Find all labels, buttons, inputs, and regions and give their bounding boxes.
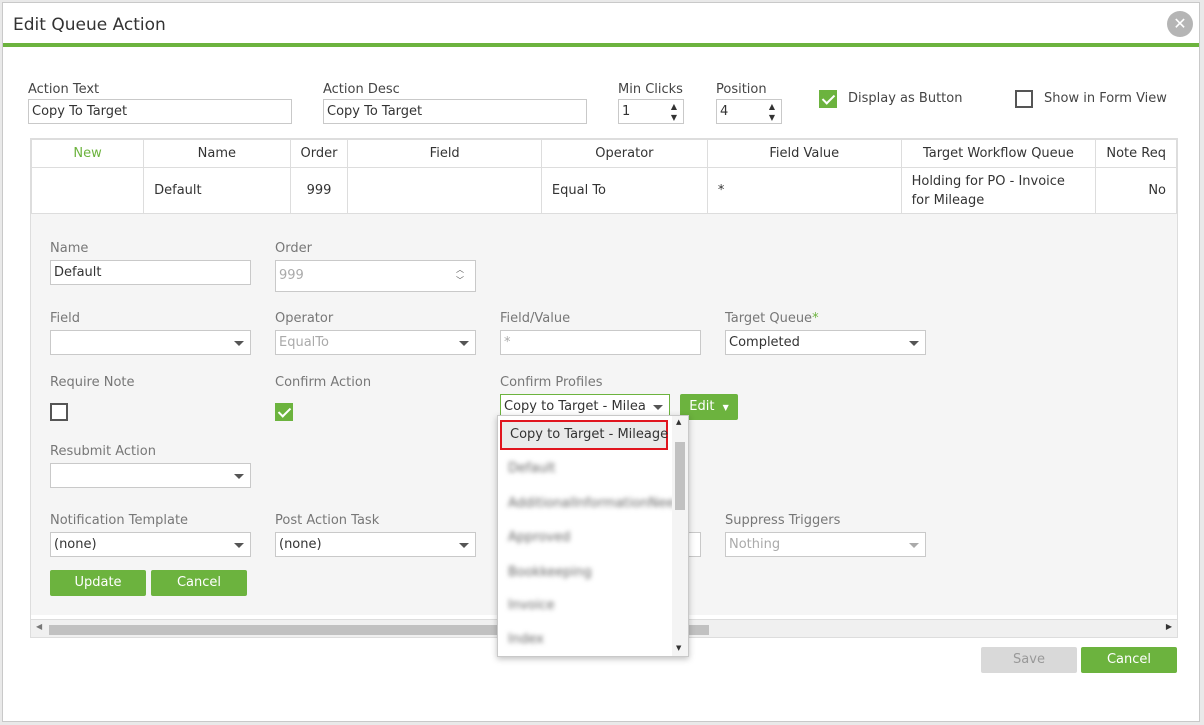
notification-template-label: Notification Template <box>50 513 189 528</box>
target-queue-select-value: Completed <box>729 335 800 350</box>
suppress-triggers-select[interactable]: Nothing <box>725 532 926 557</box>
column-header-field-value[interactable]: Field Value <box>706 139 902 168</box>
name-input[interactable]: Default <box>50 260 251 285</box>
operator-label: Operator <box>275 311 334 326</box>
list-item-highlighted[interactable]: Copy to Target - Mileage <box>500 420 668 450</box>
operator-select-value: EqualTo <box>279 335 329 350</box>
caret-down-icon: ▼ <box>722 403 729 412</box>
confirm-action-label: Confirm Action <box>275 375 372 390</box>
spinner-arrows-icon[interactable]: ▲ ▼ <box>669 101 679 123</box>
display-as-button-checkbox[interactable] <box>819 90 837 108</box>
target-queue-label: Target Queue* <box>725 311 819 326</box>
chevron-down-icon <box>909 543 919 548</box>
confirm-action-checkbox[interactable] <box>275 403 293 421</box>
order-value: 999 <box>279 268 304 283</box>
scroll-right-icon[interactable]: ▶ <box>1166 622 1172 631</box>
column-header-note-req[interactable]: Note Req <box>1095 139 1177 168</box>
row-cell-name: Default <box>143 167 291 214</box>
confirm-profiles-dropdown-list: Copy to Target - Mileage Default Additio… <box>497 415 689 657</box>
action-desc-input[interactable]: Copy To Target <box>323 99 587 124</box>
column-header-target-queue[interactable]: Target Workflow Queue <box>900 139 1097 168</box>
resubmit-action-select[interactable] <box>50 463 251 488</box>
spinner-arrows-icon[interactable]: ︿ ﹀ <box>455 264 465 286</box>
list-item[interactable]: Bookkeeping <box>508 565 592 585</box>
list-item[interactable]: Approved <box>508 530 570 550</box>
dropdown-scrollbar[interactable]: ▲ ▼ <box>672 416 688 656</box>
post-action-task-label: Post Action Task <box>275 513 380 528</box>
column-header-field[interactable]: Field <box>347 139 542 168</box>
confirm-profiles-label: Confirm Profiles <box>500 375 603 390</box>
display-as-button-label: Display as Button <box>848 91 963 106</box>
chevron-down-icon <box>234 341 244 346</box>
resubmit-action-label: Resubmit Action <box>50 444 156 459</box>
list-item[interactable]: Default <box>508 461 556 481</box>
row-cell-new <box>31 167 145 214</box>
operator-select[interactable]: EqualTo <box>275 330 476 355</box>
row-cell-operator: Equal To <box>540 167 708 214</box>
update-button[interactable]: Update <box>50 570 146 596</box>
min-clicks-stepper[interactable]: 1 ▲ ▼ <box>618 99 684 124</box>
require-note-label: Require Note <box>50 375 135 390</box>
cancel-button[interactable]: Cancel <box>1081 647 1177 673</box>
action-desc-label: Action Desc <box>323 82 400 97</box>
name-label: Name <box>50 241 89 256</box>
column-header-order[interactable]: Order <box>289 139 349 168</box>
table-row[interactable]: Default 999 Equal To * Holding for PO - … <box>31 167 1177 214</box>
action-text-input[interactable]: Copy To Target <box>28 99 292 124</box>
list-item-label: Copy to Target - Mileage <box>510 427 669 442</box>
row-cell-order: 999 <box>289 167 349 214</box>
scroll-left-icon[interactable]: ◀ <box>36 622 42 631</box>
field-select[interactable] <box>50 330 251 355</box>
suppress-triggers-select-value: Nothing <box>729 537 781 552</box>
save-button[interactable]: Save <box>981 647 1077 673</box>
field-label: Field <box>50 311 81 326</box>
position-label: Position <box>716 82 767 97</box>
column-header-operator[interactable]: Operator <box>540 139 708 168</box>
column-header-name[interactable]: Name <box>143 139 291 168</box>
row-cell-field-value: * <box>706 167 902 214</box>
edit-profiles-button-label: Edit <box>689 399 715 414</box>
field-value-label: Field/Value <box>500 311 571 326</box>
target-queue-select[interactable]: Completed <box>725 330 926 355</box>
chevron-down-icon <box>234 474 244 479</box>
table-header-row: New Name Order Field Operator Field Valu… <box>31 139 1177 168</box>
scroll-up-icon[interactable]: ▲ <box>676 418 681 426</box>
scroll-down-icon[interactable]: ▼ <box>676 644 681 652</box>
notification-template-select-value: (none) <box>54 537 97 552</box>
require-note-checkbox[interactable] <box>50 403 68 421</box>
notification-template-select[interactable]: (none) <box>50 532 251 557</box>
chevron-down-icon <box>653 405 663 410</box>
post-action-task-select-value: (none) <box>279 537 322 552</box>
position-value: 4 <box>720 104 729 119</box>
min-clicks-label: Min Clicks <box>618 82 683 97</box>
dropdown-scrollbar-thumb[interactable] <box>675 442 685 510</box>
order-stepper[interactable]: 999 ︿ ﹀ <box>275 260 476 292</box>
chevron-down-icon <box>234 543 244 548</box>
suppress-triggers-label: Suppress Triggers <box>725 513 841 528</box>
chevron-down-icon <box>459 341 469 346</box>
list-item[interactable]: Invoice <box>508 598 554 618</box>
list-item[interactable]: Index <box>508 632 544 652</box>
field-value-input[interactable]: * <box>500 330 701 355</box>
position-stepper[interactable]: 4 ▲ ▼ <box>716 99 782 124</box>
list-item[interactable]: AdditionalInformationNeeded <box>508 496 688 516</box>
row-cancel-button[interactable]: Cancel <box>151 570 247 596</box>
post-action-task-select[interactable]: (none) <box>275 532 476 557</box>
spinner-arrows-icon[interactable]: ▲ ▼ <box>767 101 777 123</box>
show-in-form-view-label: Show in Form View <box>1044 91 1167 106</box>
dialog-title: Edit Queue Action <box>13 15 166 35</box>
actions-table: New Name Order Field Operator Field Valu… <box>31 139 1177 214</box>
min-clicks-value: 1 <box>622 104 631 119</box>
row-cell-target-queue: Holding for PO - Invoice for Mileage <box>900 167 1097 214</box>
new-row-link[interactable]: New <box>31 139 145 168</box>
row-cell-field <box>347 167 542 214</box>
order-label: Order <box>275 241 312 256</box>
close-icon[interactable]: ✕ <box>1167 11 1193 37</box>
chevron-down-icon <box>909 341 919 346</box>
show-in-form-view-checkbox[interactable] <box>1015 90 1033 108</box>
action-text-label: Action Text <box>28 82 100 97</box>
dialog-titlebar: Edit Queue Action ✕ <box>3 3 1199 47</box>
row-cell-note-req: No <box>1095 167 1177 214</box>
chevron-down-icon <box>459 543 469 548</box>
